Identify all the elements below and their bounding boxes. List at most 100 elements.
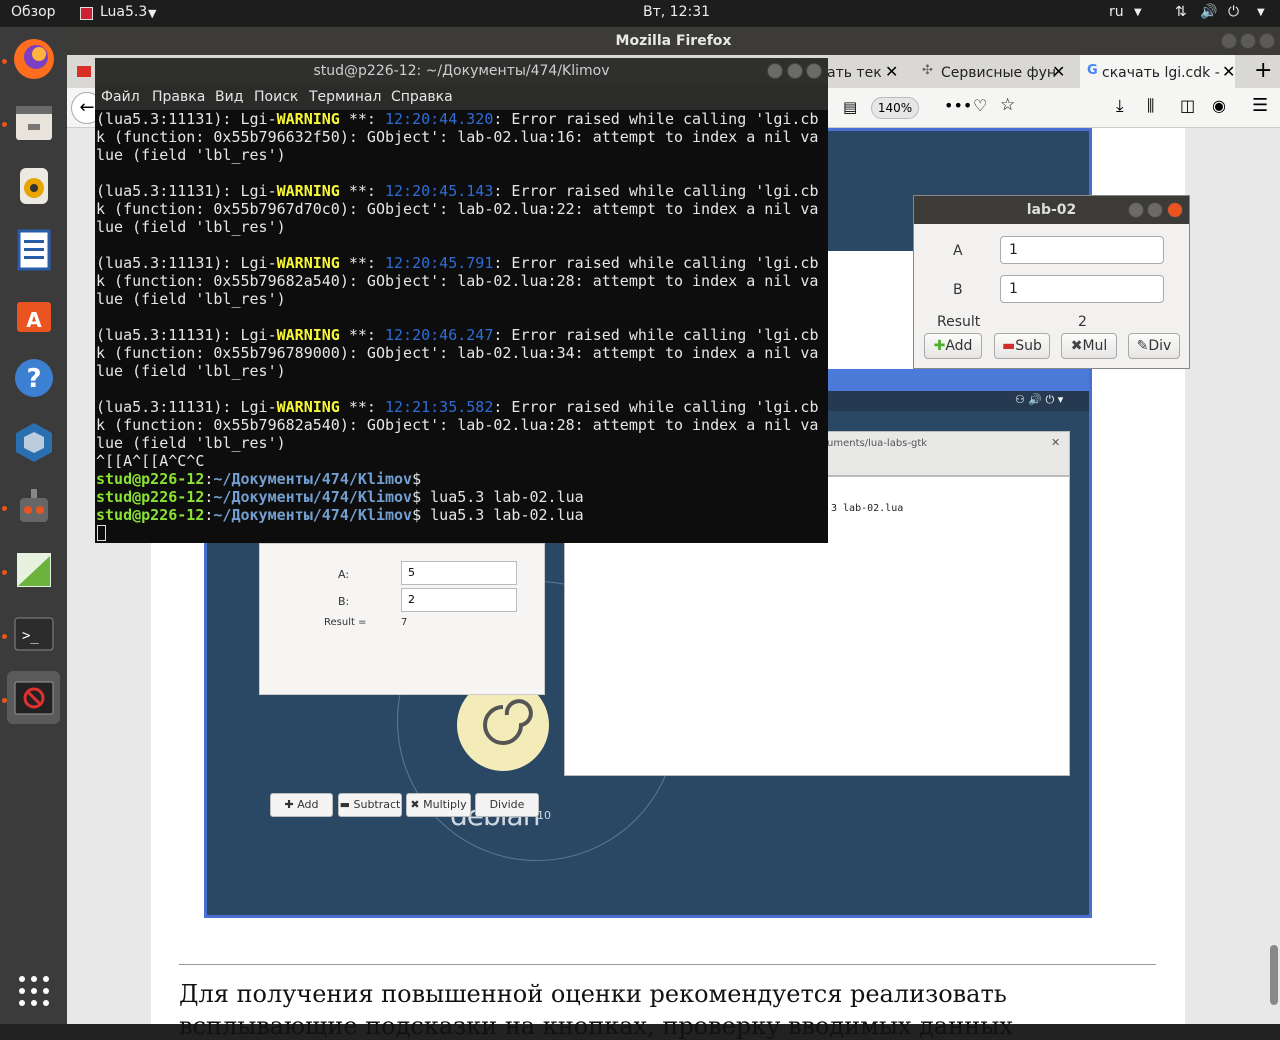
app-grid-icon[interactable] (7, 964, 60, 1017)
log-line: (lua5.3:11131): Lgi-WARNING **: 12:20:45… (96, 182, 819, 200)
lab02-window[interactable]: lab-02 A 1 B 1 Result 2 ✚Add ▬Sub ✖Mul ✎… (913, 195, 1190, 369)
lab02-app-icon[interactable] (7, 671, 60, 724)
close-tab-icon[interactable]: ✕ (885, 62, 898, 81)
div-button[interactable]: ✎Div (1128, 333, 1180, 359)
tab-3-active[interactable]: скачать lgi.cdk - (1080, 55, 1235, 88)
account-icon[interactable]: ◉ (1212, 96, 1226, 115)
image-input-b: 2 (401, 588, 517, 612)
image-tray-icons: ⚇ 🔊 ⏻ ▾ (1015, 393, 1064, 406)
more-icon[interactable]: ••• (944, 96, 972, 115)
chevron-down-icon: ▼ (1134, 7, 1142, 18)
log-line: ^[[A^[[A^C^C (96, 452, 205, 470)
maximize-button[interactable] (1147, 202, 1163, 218)
app-menu[interactable]: Lua5.3 (100, 4, 147, 20)
network-icon[interactable]: ⇅ (1175, 4, 1187, 20)
terminal-icon[interactable]: >_ (7, 607, 60, 660)
writer-icon[interactable] (7, 223, 60, 276)
sub-button[interactable]: ▬Sub (994, 333, 1050, 359)
tab-2[interactable]: Сервисные фун (921, 55, 1056, 88)
new-tab-button[interactable]: + (1254, 58, 1272, 83)
library-icon[interactable]: ⫼ (1147, 96, 1154, 116)
svg-text:A: A (26, 308, 42, 332)
maximize-button[interactable] (1240, 33, 1256, 49)
menu-icon[interactable]: ☰ (1252, 95, 1268, 116)
firefox-icon[interactable] (7, 32, 60, 85)
page-scrollbar[interactable] (1270, 945, 1278, 1005)
geogebra-icon[interactable] (7, 543, 60, 596)
sidebar-icon[interactable]: ◫ (1180, 96, 1195, 115)
log-line: (lua5.3:11131): Lgi-WARNING **: 12:20:44… (96, 110, 819, 128)
log-line: k (function: 0x55b796789000): GObject': … (96, 344, 819, 362)
running-indicator (2, 570, 7, 575)
tab-label: скачать lgi.cdk - (1102, 65, 1220, 81)
menu-view[interactable]: Вид (215, 89, 243, 105)
clock[interactable]: Вт, 12:31 (643, 4, 710, 20)
rhythmbox-icon[interactable] (7, 159, 60, 212)
activities-button[interactable]: Обзор (11, 4, 56, 20)
input-a[interactable]: 1 (1000, 236, 1164, 264)
puzzle-icon: ✣ (922, 63, 933, 78)
terminal-window[interactable]: stud@p226-12: ~/Документы/474/Klimov Фай… (95, 58, 828, 543)
paragraph-line-1: Для получения повышенной оценки рекоменд… (179, 980, 1007, 1008)
menu-help[interactable]: Справка (391, 89, 453, 105)
running-indicator (2, 506, 7, 511)
prompt-line: stud@p226-12:~/Документы/474/Klimov$ lua… (96, 488, 584, 506)
image-label-a: A: (338, 568, 350, 581)
log-line: k (function: 0x55b796632f50): GObject': … (96, 128, 819, 146)
software-center-icon[interactable]: A (7, 287, 60, 340)
lab02-titlebar[interactable]: lab-02 (914, 196, 1189, 224)
prompt-line: stud@p226-12:~/Документы/474/Klimov$ (96, 470, 422, 488)
gmail-tab-icon[interactable] (77, 55, 97, 88)
menu-file[interactable]: Файл (101, 89, 140, 105)
maximize-button[interactable] (787, 63, 803, 79)
log-line: lue (field 'lbl_res') (96, 290, 286, 308)
debian-version: 10 (537, 809, 551, 822)
volume-icon[interactable]: 🔊 (1200, 4, 1217, 20)
running-indicator (2, 698, 7, 703)
running-indicator (2, 59, 7, 64)
keyboard-layout[interactable]: ru (1109, 4, 1124, 20)
reader-view-icon[interactable]: ▤ (843, 98, 857, 116)
input-b[interactable]: 1 (1000, 275, 1164, 303)
mul-button[interactable]: ✖Mul (1061, 333, 1117, 359)
menu-edit[interactable]: Правка (152, 89, 205, 105)
result-value: 2 (1078, 314, 1087, 330)
log-line: (lua5.3:11131): Lgi-WARNING **: 12:20:45… (96, 254, 819, 272)
zoom-indicator[interactable]: 140% (871, 97, 919, 119)
svg-text:>_: >_ (22, 628, 39, 644)
virtualbox-icon[interactable] (7, 415, 60, 468)
minimize-button[interactable] (1221, 33, 1237, 49)
running-indicator (2, 122, 7, 127)
minimize-button[interactable] (1128, 202, 1144, 218)
download-icon[interactable]: ⤓ (1116, 96, 1124, 116)
minimize-button[interactable] (767, 63, 783, 79)
close-tab-icon[interactable]: ✕ (1222, 62, 1235, 81)
bookmark-star-icon[interactable]: ☆ (1000, 95, 1015, 115)
close-button[interactable] (1167, 202, 1183, 218)
chevron-down-icon: ▼ (1257, 7, 1265, 18)
close-button[interactable] (1259, 33, 1275, 49)
pocket-icon[interactable]: ♡ (973, 96, 987, 115)
log-line: k (function: 0x55b7967d70c0): GObject': … (96, 200, 819, 218)
terminal-titlebar[interactable]: stud@p226-12: ~/Документы/474/Klimov (95, 58, 828, 84)
log-line: lue (field 'lbl_res') (96, 146, 286, 164)
close-button[interactable] (806, 63, 822, 79)
power-icon[interactable]: ⏻ (1228, 4, 1239, 20)
image-path-text: uments/lua-labs-gtk (827, 438, 928, 449)
log-line: (lua5.3:11131): Lgi-WARNING **: 12:20:46… (96, 326, 819, 344)
dock: A ? >_ (0, 27, 67, 1024)
pencil-icon: ✎ (1136, 338, 1149, 354)
terminal-output[interactable]: (lua5.3:11131): Lgi-WARNING **: 12:20:44… (95, 110, 828, 543)
help-icon[interactable]: ? (7, 351, 60, 404)
terminal-cursor (97, 525, 106, 541)
firefox-titlebar: Mozilla Firefox (67, 27, 1280, 55)
top-bar: Обзор Lua5.3 ▼ Вт, 12:31 ru ▼ ⇅ 🔊 ⏻ ▼ (0, 0, 1280, 27)
robot-icon[interactable] (7, 479, 60, 532)
files-icon[interactable] (7, 95, 60, 148)
tab-label: ать тек (827, 65, 882, 81)
menu-search[interactable]: Поиск (254, 89, 298, 105)
close-tab-icon[interactable]: ✕ (1052, 62, 1065, 81)
result-label: Result (937, 314, 981, 330)
menu-terminal[interactable]: Терминал (309, 89, 381, 105)
add-button[interactable]: ✚Add (924, 333, 982, 359)
